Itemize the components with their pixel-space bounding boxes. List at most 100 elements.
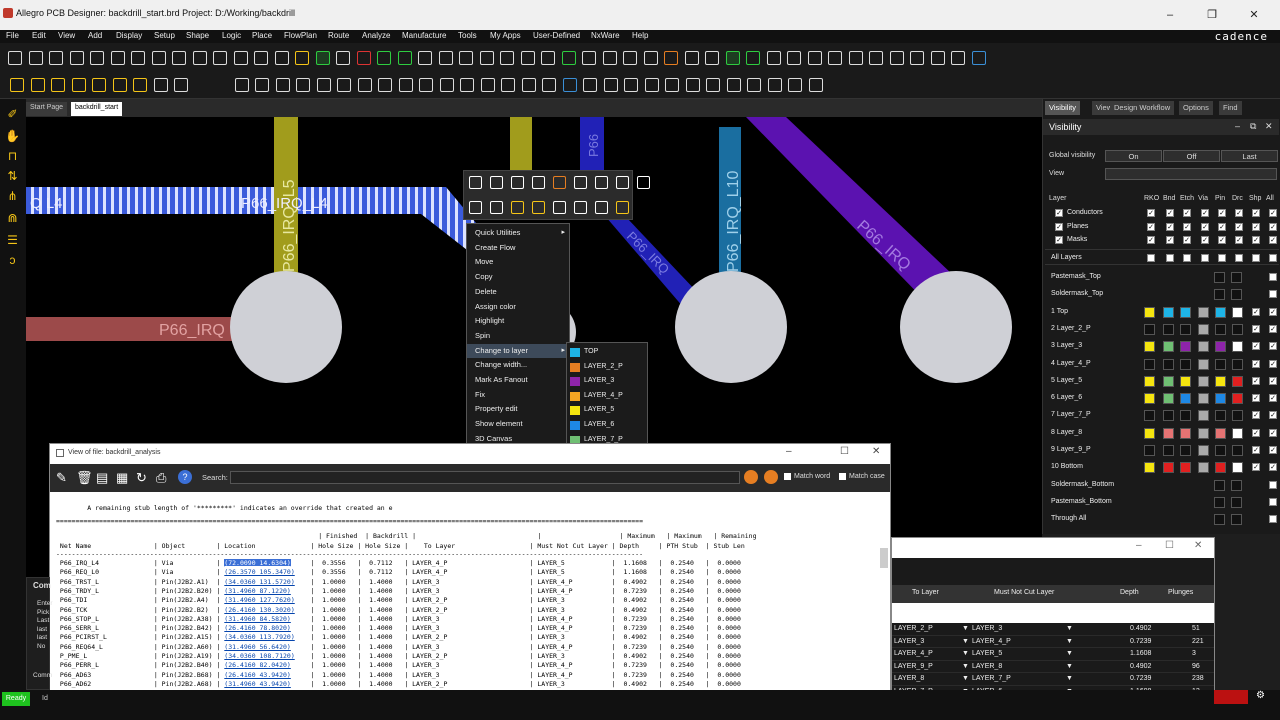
toolbar-icon[interactable] bbox=[213, 51, 227, 65]
toolbar-icon[interactable] bbox=[951, 51, 965, 65]
layer-color-swatch[interactable] bbox=[1180, 427, 1191, 439]
toolbar2-icon[interactable] bbox=[51, 78, 65, 92]
layer-color-swatch[interactable] bbox=[1180, 393, 1191, 405]
layer-color-swatch[interactable] bbox=[1215, 375, 1226, 387]
layer-color-swatch[interactable] bbox=[1231, 514, 1242, 526]
toolbar2-icon[interactable] bbox=[583, 78, 597, 92]
toolbar-icon[interactable] bbox=[479, 51, 494, 65]
context-item-mark-as-fanout[interactable]: Mark As Fanout bbox=[467, 373, 569, 387]
pad-1[interactable] bbox=[230, 271, 342, 383]
toolbar2-icon[interactable] bbox=[603, 78, 618, 92]
group-checkbox[interactable]: ✓ bbox=[1055, 209, 1063, 217]
toolbar-icon[interactable] bbox=[520, 51, 535, 65]
bracket-icon[interactable]: ⊓ bbox=[5, 149, 20, 163]
visibility-checkbox[interactable] bbox=[1269, 273, 1277, 281]
layer-row[interactable]: Soldermask_Bottom bbox=[1045, 477, 1279, 493]
toolbar-icon[interactable] bbox=[356, 51, 371, 65]
visibility-checkbox[interactable] bbox=[1147, 254, 1155, 262]
visibility-checkbox[interactable] bbox=[1166, 254, 1174, 262]
panel-close-icon[interactable]: ✕ bbox=[1265, 121, 1273, 132]
layer-color-swatch[interactable] bbox=[1198, 462, 1209, 474]
layer-color-swatch[interactable] bbox=[1163, 427, 1174, 439]
visibility-checkbox[interactable]: ✓ bbox=[1269, 359, 1277, 368]
context-item-show-element[interactable]: Show element bbox=[467, 417, 569, 431]
toolbar2-icon[interactable] bbox=[665, 78, 679, 92]
toolbar2-icon[interactable] bbox=[133, 78, 147, 92]
tab-start-page[interactable]: Start Page bbox=[26, 102, 68, 116]
toolbar-icon[interactable] bbox=[438, 51, 453, 65]
visibility-checkbox[interactable]: ✓ bbox=[1252, 209, 1260, 217]
toolbar2-icon[interactable] bbox=[460, 78, 474, 92]
mini-tool-icon[interactable] bbox=[574, 176, 587, 189]
toolbar-icon[interactable] bbox=[192, 51, 207, 65]
context-item-create-flow[interactable]: Create Flow bbox=[467, 241, 569, 255]
toolbar-icon[interactable] bbox=[746, 51, 760, 65]
help-icon[interactable]: ? bbox=[178, 470, 192, 484]
toolbar2-icon[interactable] bbox=[644, 78, 659, 92]
toolbar-icon[interactable] bbox=[643, 51, 658, 65]
menu-shape[interactable]: Shape bbox=[186, 31, 209, 40]
menu-nxware[interactable]: NxWare bbox=[591, 31, 620, 40]
layer-color-swatch[interactable] bbox=[1198, 323, 1209, 335]
dropdown-icon[interactable]: ▼ bbox=[962, 625, 969, 632]
visibility-checkbox[interactable]: ✓ bbox=[1201, 222, 1209, 231]
toolbar-icon[interactable] bbox=[930, 51, 945, 65]
visibility-checkbox[interactable]: ✓ bbox=[1235, 209, 1243, 217]
layer-color-swatch[interactable] bbox=[1232, 410, 1243, 422]
maximize-button[interactable]: ❐ bbox=[1192, 2, 1232, 28]
search-input[interactable] bbox=[230, 471, 740, 484]
report-close-button[interactable]: ✕ bbox=[872, 446, 880, 457]
toolbar-icon[interactable] bbox=[848, 51, 863, 65]
mini-tool-icon[interactable] bbox=[490, 176, 503, 189]
context-item-spin[interactable]: Spin bbox=[467, 329, 569, 343]
layer-color-swatch[interactable] bbox=[1180, 323, 1191, 335]
dropdown-icon[interactable]: ▼ bbox=[1066, 638, 1073, 645]
mini-tool-icon[interactable] bbox=[595, 201, 608, 214]
delete-icon[interactable]: 🗑 bbox=[76, 470, 93, 486]
toolbar2-icon[interactable] bbox=[542, 78, 556, 92]
group-checkbox[interactable]: ✓ bbox=[1055, 236, 1063, 244]
visibility-checkbox[interactable]: ✓ bbox=[1269, 463, 1277, 472]
layer-color-swatch[interactable] bbox=[1215, 323, 1226, 335]
toolbar2-icon[interactable] bbox=[30, 78, 45, 92]
mini-tool-icon[interactable] bbox=[469, 201, 482, 214]
layer-row[interactable]: 9 Layer_9_P ✓ ✓ bbox=[1045, 442, 1279, 458]
side-table-row[interactable]: LAYER_9_P ▼ LAYER_8 ▼ 0.4902 96 bbox=[892, 660, 1214, 674]
toolbar2-icon[interactable] bbox=[480, 78, 495, 92]
toolbar2-icon[interactable] bbox=[255, 78, 269, 92]
visibility-off-button[interactable]: Off bbox=[1163, 150, 1220, 162]
menu-my-apps[interactable]: My Apps bbox=[490, 31, 521, 40]
layer-color-swatch[interactable] bbox=[1144, 358, 1155, 370]
layer-row[interactable]: 4 Layer_4_P ✓ ✓ bbox=[1045, 356, 1279, 372]
mini-tool-icon[interactable] bbox=[490, 201, 503, 214]
visibility-checkbox[interactable]: ✓ bbox=[1252, 236, 1260, 244]
visibility-checkbox[interactable]: ✓ bbox=[1269, 411, 1277, 420]
toolbar-icon[interactable] bbox=[69, 51, 84, 65]
layer-row[interactable]: 7 Layer_7_P ✓ ✓ bbox=[1045, 407, 1279, 423]
visibility-checkbox[interactable]: ✓ bbox=[1147, 209, 1155, 217]
layer-option-layer_2_p[interactable]: LAYER_2_P bbox=[567, 360, 647, 374]
mini-tool-icon[interactable] bbox=[553, 201, 566, 214]
visibility-checkbox[interactable]: ✓ bbox=[1147, 222, 1155, 231]
visibility-checkbox[interactable]: ✓ bbox=[1269, 236, 1277, 244]
toolbar2-icon[interactable] bbox=[92, 78, 106, 92]
layer-option-layer_4_p[interactable]: LAYER_4_P bbox=[567, 389, 647, 403]
side-table-row[interactable]: LAYER_8 ▼ LAYER_7_P ▼ 0.7239 238 bbox=[892, 673, 1214, 686]
visibility-checkbox[interactable]: ✓ bbox=[1218, 222, 1226, 231]
refresh-icon[interactable]: ↻ bbox=[136, 470, 147, 486]
pointer-icon[interactable]: ✐ bbox=[5, 107, 20, 121]
layer-color-swatch[interactable] bbox=[1214, 496, 1225, 508]
layer-color-swatch[interactable] bbox=[1180, 306, 1191, 318]
layer-color-swatch[interactable] bbox=[1232, 306, 1243, 318]
toolbar-icon[interactable] bbox=[131, 51, 145, 65]
toolbar2-icon[interactable] bbox=[337, 78, 351, 92]
toolbar-icon[interactable] bbox=[28, 51, 43, 65]
menu-setup[interactable]: Setup bbox=[154, 31, 175, 40]
toolbar-icon[interactable] bbox=[459, 51, 473, 65]
visibility-checkbox[interactable]: ✓ bbox=[1269, 222, 1277, 231]
toolbar2-icon[interactable] bbox=[521, 78, 536, 92]
layer-color-swatch[interactable] bbox=[1198, 375, 1209, 387]
toolbar2-icon[interactable] bbox=[10, 78, 24, 92]
toolbar-icon[interactable] bbox=[295, 51, 309, 65]
layer-color-swatch[interactable] bbox=[1215, 427, 1226, 439]
